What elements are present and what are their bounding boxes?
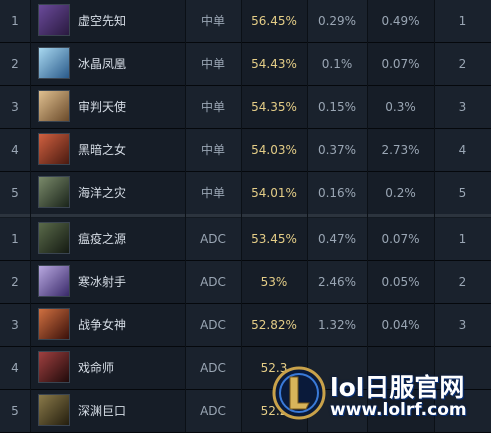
champion-cell: 战争女神 [30, 304, 185, 346]
win-rate-cell: 53.45% [241, 218, 307, 260]
champion-name: 冰晶凤凰 [78, 57, 127, 71]
win-rate-cell: 53% [241, 261, 307, 303]
champion-avatar [38, 133, 70, 165]
rank-cell: 3 [0, 304, 30, 346]
champion-cell: 冰晶凤凰 [30, 43, 185, 85]
ban-rate-cell: 0.04% [367, 304, 434, 346]
column-separator [30, 0, 31, 432]
rank-cell: 2 [0, 43, 30, 85]
position-cell: 1 [434, 0, 491, 42]
rank-cell: 1 [0, 218, 30, 260]
section-divider [0, 214, 491, 217]
champion-cell: 瘟疫之源 [30, 218, 185, 260]
win-rate-cell: 52.82% [241, 304, 307, 346]
lane-cell: ADC [185, 218, 241, 260]
ban-rate-cell: 2.73% [367, 129, 434, 171]
position-cell: 2 [434, 43, 491, 85]
win-rate-cell: 54.43% [241, 43, 307, 85]
pick-rate-cell: 0.16% [307, 172, 367, 214]
pick-rate-cell: 0.37% [307, 129, 367, 171]
win-rate-cell: 54.35% [241, 86, 307, 128]
watermark-title: lol日服官网 [330, 373, 465, 402]
champion-avatar [38, 222, 70, 254]
lane-cell: ADC [185, 304, 241, 346]
ban-rate-cell: 0.49% [367, 0, 434, 42]
position-cell: 3 [434, 304, 491, 346]
champion-avatar [38, 308, 70, 340]
table-row[interactable]: 1 虚空先知 中单 56.45% 0.29% 0.49% 1 [0, 0, 491, 43]
pick-rate-cell: 1.32% [307, 304, 367, 346]
lane-cell: 中单 [185, 86, 241, 128]
table-row[interactable]: 3 审判天使 中单 54.35% 0.15% 0.3% 3 [0, 86, 491, 129]
lane-cell: 中单 [185, 43, 241, 85]
position-cell: 3 [434, 86, 491, 128]
champion-name: 戏命师 [78, 361, 115, 375]
champion-name: 虚空先知 [78, 14, 127, 28]
lane-cell: ADC [185, 390, 241, 432]
lane-cell: 中单 [185, 0, 241, 42]
champion-name: 寒冰射手 [78, 275, 127, 289]
table-row[interactable]: 4 黑暗之女 中单 54.03% 0.37% 2.73% 4 [0, 129, 491, 172]
position-cell: 5 [434, 172, 491, 214]
table-row[interactable]: 1 瘟疫之源 ADC 53.45% 0.47% 0.07% 1 [0, 218, 491, 261]
win-rate-cell: 54.01% [241, 172, 307, 214]
ban-rate-cell: 0.2% [367, 172, 434, 214]
champion-cell: 深渊巨口 [30, 390, 185, 432]
champion-cell: 戏命师 [30, 347, 185, 389]
champion-avatar [38, 351, 70, 383]
ban-rate-cell: 0.3% [367, 86, 434, 128]
column-separator [185, 0, 186, 432]
champion-avatar [38, 4, 70, 36]
table-row[interactable]: 2 冰晶凤凰 中单 54.43% 0.1% 0.07% 2 [0, 43, 491, 86]
champion-cell: 黑暗之女 [30, 129, 185, 171]
champion-name: 黑暗之女 [78, 143, 127, 157]
champion-cell: 审判天使 [30, 86, 185, 128]
rank-cell: 5 [0, 172, 30, 214]
pick-rate-cell: 0.1% [307, 43, 367, 85]
lane-cell: 中单 [185, 129, 241, 171]
rank-cell: 1 [0, 0, 30, 42]
rank-cell: 2 [0, 261, 30, 303]
pick-rate-cell: 0.29% [307, 0, 367, 42]
champion-avatar [38, 176, 70, 208]
pick-rate-cell: 0.15% [307, 86, 367, 128]
lane-cell: ADC [185, 347, 241, 389]
win-rate-cell: 54.03% [241, 129, 307, 171]
champion-cell: 海洋之灾 [30, 172, 185, 214]
champion-name: 审判天使 [78, 100, 127, 114]
pick-rate-cell: 2.46% [307, 261, 367, 303]
ban-rate-cell: 0.07% [367, 43, 434, 85]
lane-cell: 中单 [185, 172, 241, 214]
position-cell: 4 [434, 129, 491, 171]
champion-cell: 虚空先知 [30, 0, 185, 42]
champion-name: 战争女神 [78, 318, 127, 332]
column-separator [241, 0, 242, 432]
position-cell: 2 [434, 261, 491, 303]
ban-rate-cell: 0.05% [367, 261, 434, 303]
position-cell: 1 [434, 218, 491, 260]
rank-cell: 5 [0, 390, 30, 432]
rank-cell: 4 [0, 129, 30, 171]
table-row[interactable]: 2 寒冰射手 ADC 53% 2.46% 0.05% 2 [0, 261, 491, 304]
ban-rate-cell: 0.07% [367, 218, 434, 260]
lol-logo-icon [272, 366, 326, 420]
pick-rate-cell: 0.47% [307, 218, 367, 260]
table-row[interactable]: 5 海洋之灾 中单 54.01% 0.16% 0.2% 5 [0, 172, 491, 215]
watermark-url: www.lolrf.com [330, 400, 467, 420]
champion-avatar [38, 90, 70, 122]
win-rate-cell: 56.45% [241, 0, 307, 42]
champion-cell: 寒冰射手 [30, 261, 185, 303]
champion-avatar [38, 47, 70, 79]
champion-avatar [38, 394, 70, 426]
champion-name: 瘟疫之源 [78, 232, 127, 246]
table-row[interactable]: 3 战争女神 ADC 52.82% 1.32% 0.04% 3 [0, 304, 491, 347]
champion-name: 深渊巨口 [78, 404, 127, 418]
rank-cell: 4 [0, 347, 30, 389]
champion-name: 海洋之灾 [78, 186, 127, 200]
rank-cell: 3 [0, 86, 30, 128]
lane-cell: ADC [185, 261, 241, 303]
champion-avatar [38, 265, 70, 297]
